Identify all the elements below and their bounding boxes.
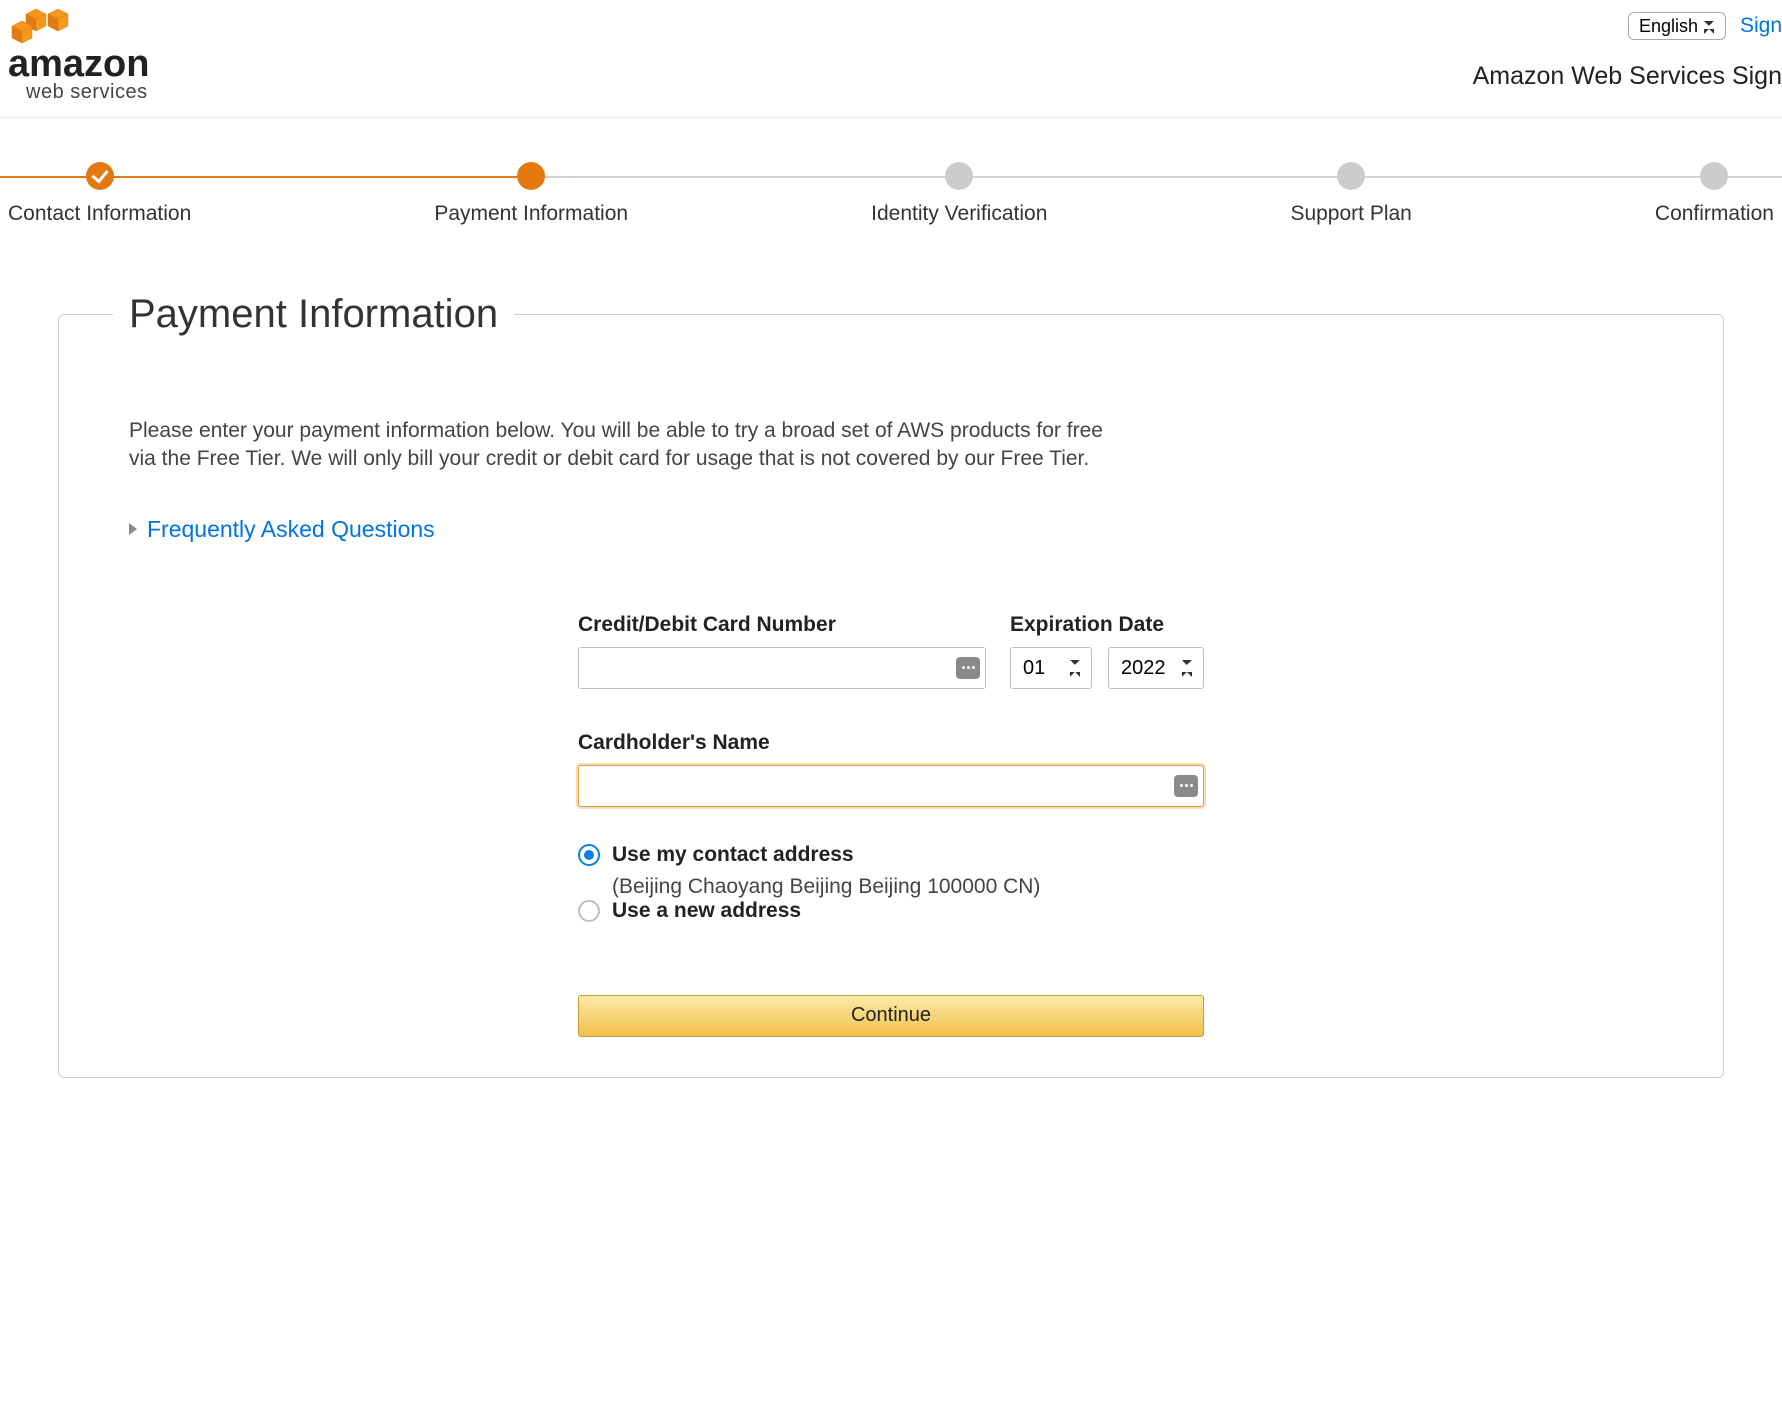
aws-logo: amazon web services (0, 6, 160, 111)
step-contact-information: Contact Information (8, 162, 191, 226)
step-label: Confirmation (1655, 202, 1774, 226)
topbar: amazon web services English Sign Amazon … (0, 0, 1782, 118)
step-dot-icon (1700, 162, 1728, 190)
step-dot-icon (1337, 162, 1365, 190)
use-contact-address-label: Use my contact address (612, 843, 854, 867)
input-suffix-icon[interactable] (1174, 775, 1198, 797)
logo-text-line1: amazon (8, 43, 149, 85)
panel-title: Payment Information (113, 292, 514, 337)
top-right: English Sign Amazon Web Services Sign (1473, 6, 1782, 91)
input-suffix-icon[interactable] (956, 657, 980, 679)
cardholder-name-input[interactable] (578, 765, 1204, 807)
cardholder-name-label: Cardholder's Name (578, 731, 1204, 755)
expiration-date-label: Expiration Date (1010, 613, 1204, 637)
step-identity-verification: Identity Verification (871, 162, 1047, 226)
signup-stepper: Contact Information Payment Information … (0, 162, 1782, 226)
payment-form: Credit/Debit Card Number Expiration Date… (578, 613, 1204, 1037)
language-select[interactable]: English (1628, 12, 1726, 40)
step-label: Contact Information (8, 202, 191, 226)
expiration-year-select[interactable]: 2022 (1108, 647, 1204, 689)
step-confirmation: Confirmation (1655, 162, 1774, 226)
use-contact-address-radio[interactable]: Use my contact address (578, 843, 1204, 867)
faq-link[interactable]: Frequently Asked Questions (147, 516, 435, 543)
step-payment-information: Payment Information (434, 162, 628, 226)
card-number-input[interactable] (578, 647, 986, 689)
sign-link[interactable]: Sign (1740, 14, 1782, 38)
step-label: Payment Information (434, 202, 628, 226)
step-support-plan: Support Plan (1290, 162, 1411, 226)
expiration-month-select[interactable]: 01 (1010, 647, 1092, 689)
contact-address-value: (Beijing Chaoyang Beijing Beijing 100000… (612, 875, 1204, 899)
step-label: Support Plan (1290, 202, 1411, 226)
step-dot-icon (945, 162, 973, 190)
payment-information-panel: Payment Information Please enter your pa… (58, 292, 1724, 1078)
caret-right-icon (129, 523, 137, 535)
continue-button[interactable]: Continue (578, 995, 1204, 1037)
radio-checked-icon (578, 844, 600, 866)
card-number-label: Credit/Debit Card Number (578, 613, 986, 637)
panel-intro: Please enter your payment information be… (129, 417, 1109, 474)
step-dot-active-icon (517, 162, 545, 190)
use-new-address-label: Use a new address (612, 899, 801, 923)
logo-text-line2: web services (25, 81, 148, 103)
step-label: Identity Verification (871, 202, 1047, 226)
radio-unchecked-icon (578, 900, 600, 922)
step-dot-done-icon (86, 162, 114, 190)
header-tagline: Amazon Web Services Sign (1473, 62, 1782, 91)
use-new-address-radio[interactable]: Use a new address (578, 899, 1204, 923)
